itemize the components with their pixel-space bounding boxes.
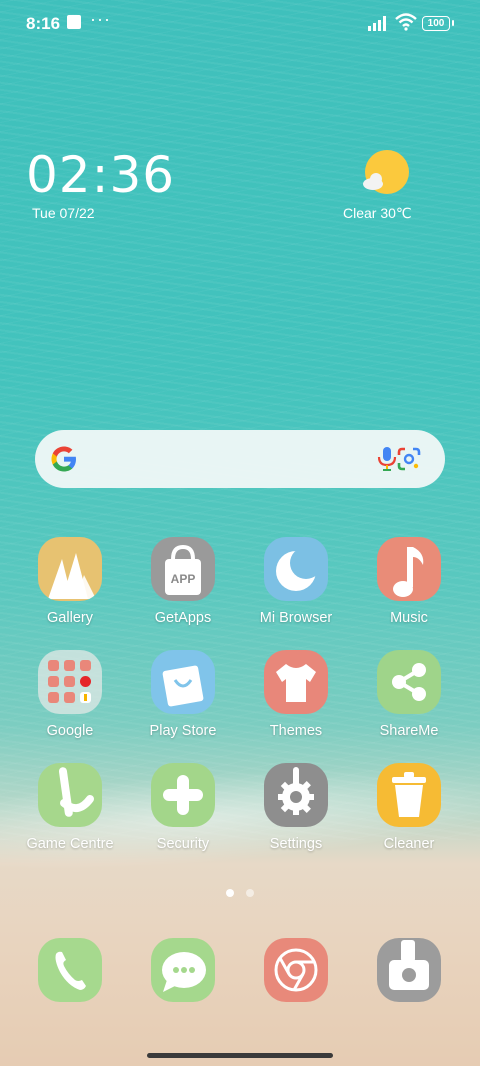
sun-cloud-icon[interactable] — [360, 148, 410, 198]
battery-icon: 100 — [422, 16, 454, 31]
clock-widget-date: Tue 07/22 — [32, 205, 95, 221]
app-label: Settings — [269, 836, 323, 852]
chrome-icon — [264, 938, 328, 1002]
dock-chrome[interactable] — [246, 938, 346, 1002]
dock-messaging[interactable] — [133, 938, 233, 1002]
app-label: GetApps — [154, 610, 212, 626]
wifi-icon — [395, 13, 417, 31]
dock-camera[interactable] — [359, 938, 459, 1002]
app-label: Themes — [269, 723, 323, 739]
app-label: Game Centre — [26, 836, 114, 852]
app-settings[interactable]: Settings — [246, 763, 346, 852]
app-security[interactable]: Security — [133, 763, 233, 852]
status-bar: 8:16 ··· 100 — [0, 0, 480, 48]
app-label: ShareMe — [379, 723, 439, 739]
app-label: Music — [390, 610, 428, 626]
svg-text:APP: APP — [171, 572, 196, 586]
getapps-icon: APP — [151, 537, 215, 601]
app-shareme[interactable]: ShareMe — [359, 650, 459, 739]
google-search-bar[interactable] — [35, 430, 445, 488]
gesture-home-bar[interactable] — [147, 1053, 333, 1058]
tshirt-icon — [264, 650, 328, 714]
app-getapps[interactable]: APP GetApps — [133, 537, 233, 626]
notification-icon — [67, 15, 81, 29]
google-folder-icon — [38, 650, 102, 714]
camera-icon — [377, 938, 441, 1002]
music-note-icon — [377, 537, 441, 601]
google-lens-icon[interactable] — [396, 446, 422, 472]
app-label: Cleaner — [383, 836, 435, 852]
app-folder-google[interactable]: Google — [20, 650, 120, 739]
mi-browser-icon — [264, 537, 328, 601]
clock-widget-time[interactable]: 02:36 — [26, 146, 175, 204]
status-time: 8:16 — [26, 14, 61, 33]
app-music[interactable]: Music — [359, 537, 459, 626]
gallery-icon — [38, 537, 102, 601]
play-store-icon — [151, 650, 215, 714]
game-centre-icon — [38, 763, 102, 827]
gear-icon — [264, 763, 328, 827]
page-indicator — [226, 884, 266, 902]
google-logo-icon — [51, 446, 76, 472]
weather-condition: Clear 30℃ — [343, 205, 412, 221]
app-play-store[interactable]: Play Store — [133, 650, 233, 739]
app-gallery[interactable]: Gallery — [20, 537, 120, 626]
share-icon — [377, 650, 441, 714]
app-label: Security — [156, 836, 210, 852]
app-themes[interactable]: Themes — [246, 650, 346, 739]
app-label: Play Store — [149, 723, 217, 739]
more-notifications-icon: ··· — [90, 9, 111, 29]
app-label: Google — [46, 723, 94, 739]
trash-icon — [377, 763, 441, 827]
phone-icon — [38, 938, 102, 1002]
dock-phone[interactable] — [20, 938, 120, 1002]
app-mi-browser[interactable]: Mi Browser — [246, 537, 346, 626]
app-label: Mi Browser — [259, 610, 333, 626]
page-dot-active — [226, 889, 234, 897]
app-game-centre[interactable]: Game Centre — [20, 763, 120, 852]
message-bubble-icon — [151, 938, 215, 1002]
security-plus-icon — [151, 763, 215, 827]
app-label: Gallery — [47, 610, 93, 626]
signal-icon — [368, 16, 386, 31]
app-cleaner[interactable]: Cleaner — [359, 763, 459, 852]
page-dot — [246, 889, 254, 897]
